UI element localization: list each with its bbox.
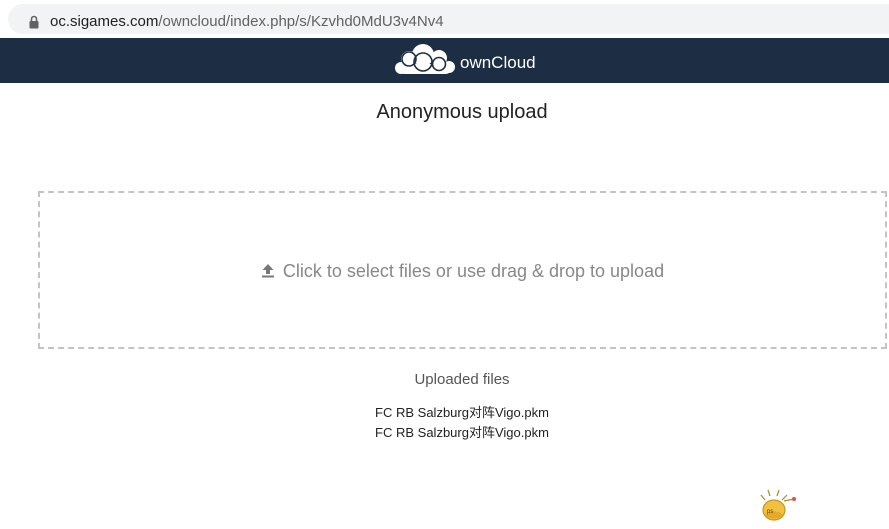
url-path: /owncloud/index.php/s/Kzvhd0MdU3v4Nv4 bbox=[158, 13, 444, 30]
svg-text:ps: ps bbox=[767, 509, 773, 515]
dropzone-content[interactable]: Click to select files or use drag & drop… bbox=[40, 261, 885, 282]
brand-name: ownCloud bbox=[460, 53, 536, 72]
tips-mascot-icon[interactable]: ps bbox=[756, 487, 798, 523]
app-header: ownCloud bbox=[0, 38, 889, 83]
owncloud-logo[interactable]: ownCloud bbox=[392, 42, 542, 80]
url-field[interactable]: oc.sigames.com/owncloud/index.php/s/Kzvh… bbox=[8, 4, 889, 34]
uploaded-file-item: FC RB Salzburg对阵Vigo.pkm bbox=[375, 405, 549, 420]
browser-address-bar: oc.sigames.com/owncloud/index.php/s/Kzvh… bbox=[0, 0, 889, 38]
lock-icon[interactable] bbox=[29, 15, 39, 29]
cloud-logo-icon bbox=[395, 44, 455, 74]
url-text[interactable]: oc.sigames.com/owncloud/index.php/s/Kzvh… bbox=[50, 13, 444, 31]
page-title: Anonymous upload bbox=[376, 101, 548, 123]
uploaded-files-heading: Uploaded files bbox=[414, 371, 510, 388]
upload-icon bbox=[261, 264, 274, 278]
upload-dropzone[interactable]: Click to select files or use drag & drop… bbox=[38, 191, 887, 349]
url-host: oc.sigames.com bbox=[50, 13, 159, 30]
dropzone-text: Click to select files or use drag & drop… bbox=[282, 261, 665, 281]
uploaded-file-list: FC RB Salzburg对阵Vigo.pkm FC RB Salzburg对… bbox=[0, 403, 889, 443]
uploaded-file-item: FC RB Salzburg对阵Vigo.pkm bbox=[375, 425, 549, 440]
